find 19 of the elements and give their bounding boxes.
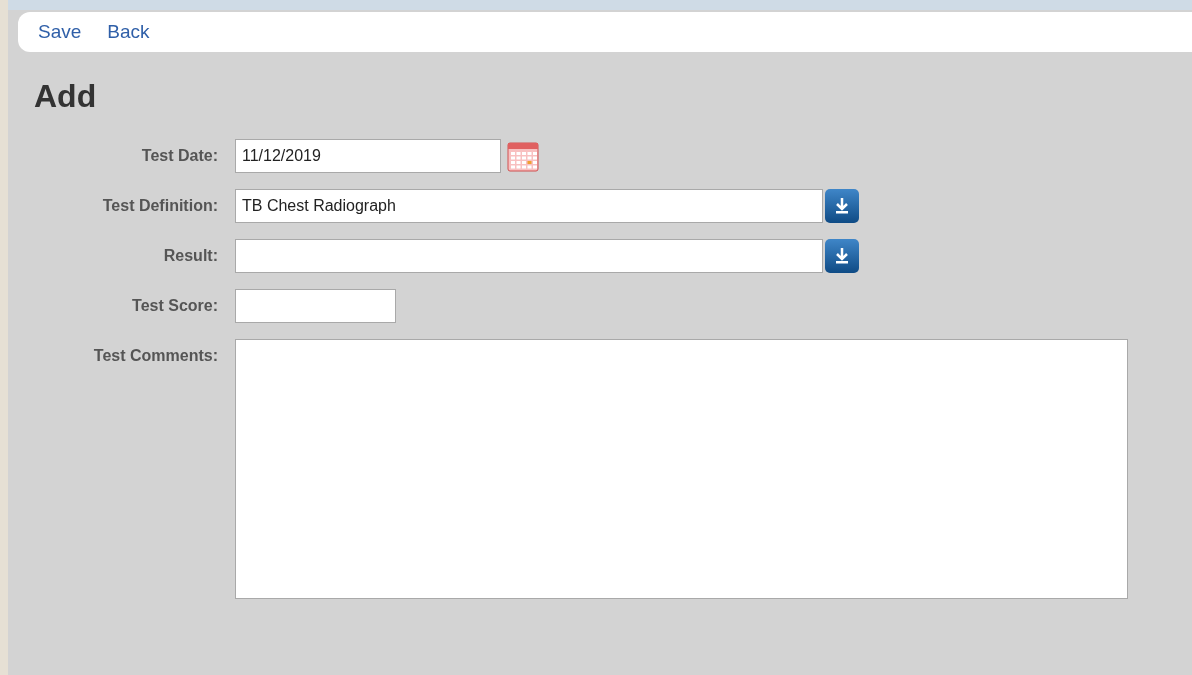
dropdown-button[interactable]: [825, 189, 859, 223]
calendar-icon: [507, 140, 539, 172]
field-label: Test Score:: [132, 296, 218, 315]
dropdown-button[interactable]: [825, 239, 859, 273]
download-icon: [834, 197, 850, 215]
field-label: Test Definition:: [102, 196, 218, 215]
toolbar-link[interactable]: Save: [38, 21, 82, 43]
download-icon: [834, 247, 850, 265]
toolbar-link[interactable]: Back: [107, 21, 150, 43]
field-label: Result:: [163, 246, 218, 265]
field-label: Test Comments:: [93, 346, 218, 365]
calendar-button[interactable]: [507, 140, 539, 172]
select-field[interactable]: [235, 239, 823, 273]
field-label: Test Date:: [141, 146, 218, 165]
comments-field[interactable]: [235, 339, 1128, 599]
text-field[interactable]: [235, 289, 396, 323]
page-title: Add: [34, 78, 98, 115]
date-field[interactable]: 11/12/2019: [235, 139, 501, 173]
select-field[interactable]: TB Chest Radiograph: [235, 189, 823, 223]
